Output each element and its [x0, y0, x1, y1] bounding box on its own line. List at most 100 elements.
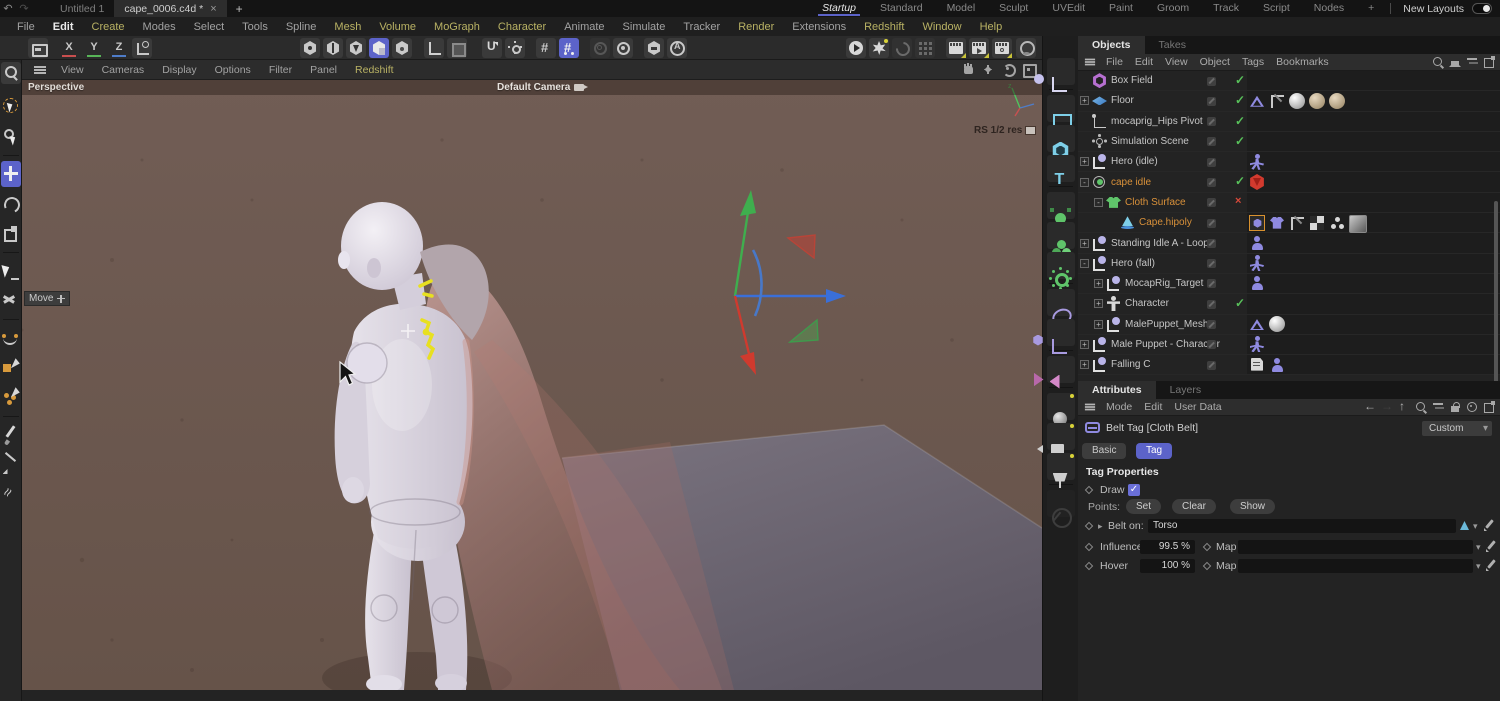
expand-toggle-icon[interactable]: -: [1094, 198, 1103, 207]
solid-hex-button[interactable]: [644, 38, 664, 58]
tweak-tool[interactable]: [1, 124, 21, 150]
attributes-tab-attributes[interactable]: Attributes: [1078, 381, 1156, 399]
belt-on-pencil-icon[interactable]: [1484, 520, 1495, 531]
filter-icon[interactable]: [1431, 400, 1445, 414]
instance-button[interactable]: [1047, 319, 1075, 346]
disabled-x-icon[interactable]: ×: [1235, 195, 1241, 207]
attributes-menu-user-data[interactable]: User Data: [1168, 401, 1227, 413]
undo-icon[interactable]: ↶: [0, 2, 16, 15]
sketch-tool[interactable]: [1, 482, 21, 508]
draw-checkbox[interactable]: ✓: [1128, 484, 1140, 496]
home-icon[interactable]: [1448, 55, 1462, 69]
snap-settings-button[interactable]: [505, 38, 525, 58]
phong-tag-icon[interactable]: [1269, 93, 1285, 109]
show-button[interactable]: Show: [1230, 499, 1275, 514]
editor-visibility-icon[interactable]: [1207, 340, 1216, 349]
render-region-button[interactable]: [915, 38, 935, 58]
selected-tag-icon[interactable]: [1249, 215, 1265, 231]
object-row[interactable]: +Floor✓: [1078, 91, 1500, 111]
brush-tool[interactable]: [1, 422, 21, 448]
object-row[interactable]: +Falling C: [1078, 355, 1500, 375]
draw-disabled-button[interactable]: [1047, 490, 1075, 517]
expand-toggle-icon[interactable]: +: [1080, 157, 1089, 166]
material-tan-icon[interactable]: [1309, 93, 1325, 109]
objects-tab-objects[interactable]: Objects: [1078, 36, 1145, 54]
object-row[interactable]: -Hero (fall): [1078, 254, 1500, 274]
menu-help[interactable]: Help: [971, 21, 1012, 33]
viewport-menu-cameras[interactable]: Cameras: [93, 64, 154, 76]
bust-tag-icon[interactable]: [1269, 357, 1285, 373]
editor-visibility-icon[interactable]: [1207, 198, 1216, 207]
expand-toggle-icon[interactable]: +: [1080, 360, 1089, 369]
layout-tab-standard[interactable]: Standard: [868, 0, 935, 17]
render-settings-button[interactable]: [869, 38, 889, 58]
clip-bake-button[interactable]: [992, 38, 1012, 58]
menu-file[interactable]: File: [8, 21, 44, 33]
layout-tab-model[interactable]: Model: [935, 0, 988, 17]
enabled-check-icon[interactable]: ✓: [1235, 114, 1245, 128]
axis-lock-x-button[interactable]: X: [58, 38, 80, 58]
expand-toggle-icon[interactable]: +: [1094, 320, 1103, 329]
magnet-snap-button[interactable]: [482, 38, 502, 58]
menu-render[interactable]: Render: [729, 21, 783, 33]
annotate-button[interactable]: [667, 38, 687, 58]
editor-visibility-icon[interactable]: [1207, 77, 1216, 86]
object-row[interactable]: +Hero (idle): [1078, 152, 1500, 172]
text-button[interactable]: [1047, 155, 1075, 182]
object-row[interactable]: Cape.hipoly: [1078, 213, 1500, 233]
bust-tag-icon[interactable]: [1249, 275, 1265, 291]
material-white-icon[interactable]: [1269, 316, 1285, 332]
search-tool[interactable]: [1, 62, 21, 84]
editor-visibility-icon[interactable]: [1207, 239, 1216, 248]
document-tab[interactable]: Untitled 1: [50, 0, 114, 17]
metaball-button[interactable]: [1047, 222, 1075, 249]
rect-pen-tool[interactable]: [1, 355, 21, 381]
symmetry-button[interactable]: [1047, 356, 1075, 383]
belt-on-field[interactable]: Torso: [1148, 519, 1456, 533]
hand-icon[interactable]: [961, 62, 976, 77]
menu-extensions[interactable]: Extensions: [783, 21, 855, 33]
new-layouts-button[interactable]: New Layouts: [1395, 3, 1472, 15]
expand-toggle-icon[interactable]: +: [1080, 96, 1089, 105]
menu-select[interactable]: Select: [185, 21, 234, 33]
search-icon[interactable]: [1414, 400, 1428, 414]
section-tab-tag[interactable]: Tag: [1136, 443, 1172, 459]
expand-toggle-icon[interactable]: +: [1094, 279, 1103, 288]
walk-tag-icon[interactable]: [1249, 154, 1265, 170]
objects-scrollbar[interactable]: [1494, 201, 1498, 381]
clip-play-button[interactable]: [969, 38, 989, 58]
editor-visibility-icon[interactable]: [1207, 97, 1216, 106]
viewport-menu-redshift[interactable]: Redshift: [346, 64, 403, 76]
editor-visibility-icon[interactable]: [1207, 259, 1216, 268]
objects-menu-edit[interactable]: Edit: [1129, 56, 1159, 68]
bust-tag-icon[interactable]: [1249, 235, 1265, 251]
coord-system-button[interactable]: [132, 38, 152, 58]
menu-mesh[interactable]: Mesh: [325, 21, 370, 33]
editor-visibility-icon[interactable]: [1207, 320, 1216, 329]
multi-move-tool[interactable]: [1, 288, 21, 314]
lock-icon[interactable]: [1448, 400, 1462, 414]
editor-visibility-icon[interactable]: [1207, 117, 1216, 126]
expand-arrow-icon[interactable]: ▸: [1098, 521, 1103, 532]
editor-visibility-icon[interactable]: [1207, 361, 1216, 370]
section-tab-basic[interactable]: Basic: [1082, 443, 1126, 459]
timeline-clip-button[interactable]: [946, 38, 966, 58]
layout-tab-startup[interactable]: Startup: [810, 0, 868, 17]
enabled-check-icon[interactable]: ✓: [1235, 174, 1245, 188]
objects-menu-view[interactable]: View: [1159, 56, 1194, 68]
layout-tab-sculpt[interactable]: Sculpt: [987, 0, 1040, 17]
keyframe-diamond-icon[interactable]: [1085, 486, 1093, 494]
back-icon[interactable]: [1363, 400, 1377, 414]
editor-visibility-icon[interactable]: [1207, 219, 1216, 228]
expand-toggle-icon[interactable]: -: [1080, 259, 1089, 268]
layout-tab-uvedit[interactable]: UVEdit: [1040, 0, 1097, 17]
transform-tool[interactable]: [1, 258, 21, 284]
enabled-check-icon[interactable]: ✓: [1235, 134, 1245, 148]
objects-menu-object[interactable]: Object: [1194, 56, 1236, 68]
move-tool[interactable]: [1, 161, 21, 187]
viewport-menu-display[interactable]: Display: [153, 64, 205, 76]
menu-tracker[interactable]: Tracker: [674, 21, 729, 33]
workplane-mode-button[interactable]: [447, 38, 467, 58]
pan-vertical-icon[interactable]: [981, 62, 996, 77]
object-row[interactable]: +Character✓: [1078, 294, 1500, 314]
